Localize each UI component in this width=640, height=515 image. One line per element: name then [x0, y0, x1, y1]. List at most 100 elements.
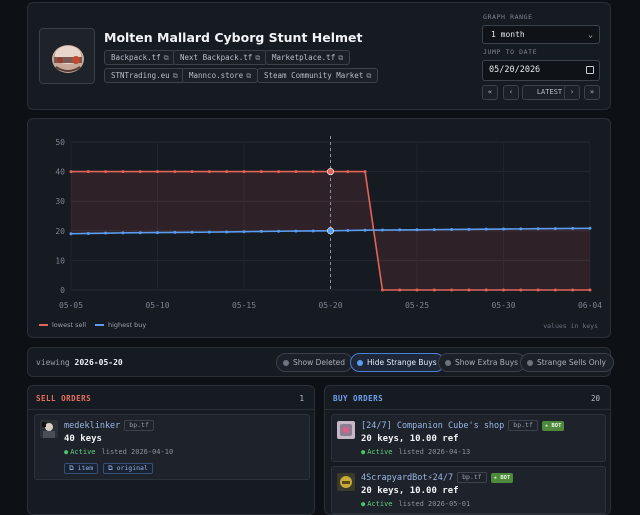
- user-name[interactable]: medeklinker: [64, 421, 120, 431]
- highest-buy-point: [190, 230, 194, 234]
- y-tick-label: 10: [55, 256, 65, 265]
- link-label: original: [116, 464, 148, 472]
- buy-orders-title: BUY ORDERS: [333, 394, 384, 403]
- lowest-sell-point: [259, 170, 263, 174]
- graph-range-select[interactable]: 1 month ⌄: [482, 25, 600, 44]
- source-badge: bp.tf: [457, 472, 487, 483]
- legend-swatch: [39, 324, 48, 326]
- highest-buy-point: [450, 227, 454, 231]
- calendar-icon[interactable]: [586, 66, 594, 74]
- status-dot-icon: ●: [64, 448, 69, 456]
- avatar: [40, 420, 58, 438]
- link-label: Mannco.store: [189, 71, 244, 80]
- order-status: ● Active listed 2026-04-10: [64, 448, 173, 456]
- lowest-sell-point: [294, 170, 298, 174]
- highest-buy-point: [259, 229, 263, 233]
- highest-buy-point: [415, 228, 419, 232]
- show-extra-buys-toggle[interactable]: Show Extra Buys: [438, 353, 527, 372]
- graph-range-value: 1 month: [491, 30, 525, 39]
- lowest-sell-point: [450, 288, 454, 292]
- highest-buy-point: [138, 231, 142, 235]
- status-dot-icon: ●: [361, 448, 366, 456]
- highest-buy-point: [207, 230, 211, 234]
- nav-next-button[interactable]: ›: [564, 85, 580, 100]
- buy-order-row[interactable]: [24/7] Companion Cube's shop bp.tf ★ BOT 2…: [331, 414, 606, 462]
- highest-buy-point: [156, 231, 159, 235]
- highest-buy-point: [467, 227, 471, 231]
- x-tick-label: 05-15: [232, 301, 256, 310]
- listed-date: listed 2026-04-13: [398, 448, 471, 456]
- order-price: 20 keys, 10.00 ref: [361, 434, 459, 444]
- lowest-sell-point: [571, 288, 575, 292]
- x-tick-label: 05-10: [145, 301, 169, 310]
- lowest-sell-point: [121, 170, 125, 174]
- lowest-sell-point: [311, 170, 315, 174]
- jump-to-date-input[interactable]: 05/20/2026: [482, 60, 600, 81]
- nav-first-button[interactable]: «: [482, 85, 498, 100]
- lowest-sell-point: [225, 170, 229, 174]
- link-marketplace-tf[interactable]: Marketplace.tf ⧉: [265, 50, 351, 65]
- highest-buy-point: [588, 226, 592, 230]
- status-text: Active: [367, 448, 393, 456]
- x-tick-label: 05-05: [59, 301, 83, 310]
- lowest-sell-point: [190, 170, 194, 174]
- highest-buy-point: [432, 228, 436, 232]
- highest-buy-point: [294, 229, 298, 233]
- bot-badge: ★ BOT: [541, 421, 565, 431]
- price-chart-panel: 0 10 20 30 40 50 05-05 05-10 05-15 05-20 05-25 05-3…: [27, 118, 611, 338]
- original-link-button[interactable]: ⧉ original: [103, 463, 153, 474]
- lowest-sell-point: [536, 288, 540, 292]
- highest-buy-point: [326, 227, 334, 235]
- legend-highest-buy: highest buy: [95, 321, 146, 329]
- toggle-dot-icon: [357, 360, 363, 366]
- price-chart[interactable]: 0 10 20 30 40 50 05-05 05-10 05-15 05-20 05-25 05-3…: [28, 119, 612, 319]
- highest-buy-point: [553, 227, 557, 231]
- item-link-button[interactable]: ⧉ item: [64, 463, 99, 474]
- order-status: ● Active listed 2026-05-01: [361, 500, 470, 508]
- link-next-backpack-tf[interactable]: Next Backpack.tf ⧉: [173, 50, 268, 65]
- lowest-sell-point: [502, 288, 505, 292]
- user-name[interactable]: [24/7] Companion Cube's shop: [361, 421, 504, 431]
- link-stntrading[interactable]: STNTrading.eu ⧉: [104, 68, 185, 83]
- highest-buy-point: [311, 229, 315, 233]
- nav-last-button[interactable]: »: [584, 85, 600, 100]
- highest-buy-point: [363, 228, 367, 232]
- link-label: STNTrading.eu: [111, 71, 170, 80]
- user-name[interactable]: 4ScrapyardBot⚡24/7: [361, 473, 453, 483]
- sell-orders-title: SELL ORDERS: [36, 394, 92, 403]
- y-tick-label: 20: [55, 227, 65, 236]
- y-tick-label: 50: [55, 138, 65, 147]
- source-badge: bp.tf: [124, 420, 154, 431]
- item-title: Molten Mallard Cyborg Stunt Helmet: [104, 30, 363, 45]
- viewing-date: 2026-05-20: [74, 358, 123, 367]
- sell-order-row[interactable]: medeklinker bp.tf 40 keys ● Active listed 2…: [34, 414, 310, 480]
- graph-range-label: GRAPH RANGE: [483, 13, 533, 21]
- status-text: Active: [70, 448, 96, 456]
- strange-sells-only-toggle[interactable]: Strange Sells Only: [520, 353, 614, 372]
- highest-buy-point: [121, 231, 125, 235]
- lowest-sell-point: [277, 170, 281, 174]
- legend-lowest-sell: lowest sell: [39, 321, 86, 329]
- lowest-sell-point: [104, 170, 108, 174]
- buy-order-row[interactable]: 4ScrapyardBot⚡24/7 bp.tf ★ BOT 20 keys, 10…: [331, 466, 606, 514]
- lowest-sell-point: [467, 288, 471, 292]
- x-tick-label: 05-30: [491, 301, 515, 310]
- link-steam-market[interactable]: Steam Community Market ⧉: [257, 68, 379, 83]
- y-tick-label: 0: [60, 286, 65, 295]
- hide-strange-buys-toggle[interactable]: Hide Strange Buys: [350, 353, 445, 372]
- link-mannco-store[interactable]: Mannco.store ⧉: [182, 68, 259, 83]
- highest-buy-point: [69, 232, 73, 236]
- highest-buy-point: [277, 229, 281, 233]
- viewing-indicator: viewing 2026-05-20: [36, 358, 123, 367]
- filter-bar: viewing 2026-05-20 Show Deleted Hide Str…: [27, 347, 614, 377]
- link-label: Backpack.tf: [111, 53, 161, 62]
- toggle-dot-icon: [445, 360, 451, 366]
- lowest-sell-point: [156, 170, 159, 174]
- external-link-icon: ⧉: [366, 72, 372, 80]
- show-deleted-toggle[interactable]: Show Deleted: [276, 353, 354, 372]
- lowest-sell-point: [380, 288, 384, 292]
- nav-prev-button[interactable]: ‹: [503, 85, 519, 100]
- external-link-icon: ⧉: [163, 54, 169, 62]
- link-backpack-tf[interactable]: Backpack.tf ⧉: [104, 50, 176, 65]
- scrapyard-bot-avatar-icon: [337, 473, 355, 491]
